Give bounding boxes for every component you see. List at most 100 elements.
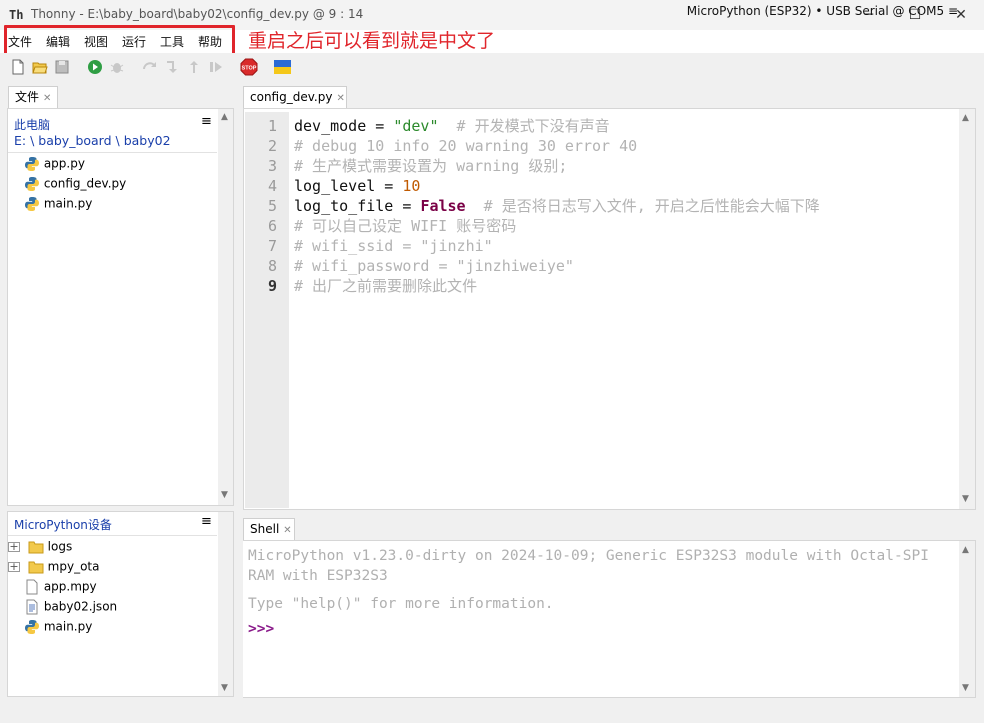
scroll-down-icon[interactable]: ▼ [221,683,228,693]
location-this-pc[interactable]: 此电脑 [14,116,50,133]
code-text: dev_mode = [294,117,394,135]
code-editor[interactable]: dev_mode = "dev" # 开发模式下没有声音 # debug 10 … [289,112,959,508]
open-folder-icon[interactable] [32,59,48,75]
shell-output: MicroPython v1.23.0-dirty on 2024-10-09;… [248,548,929,564]
file-name: app.py [43,156,85,171]
line-number: 5 [267,197,277,215]
code-text: log_to_file = [294,197,421,215]
line-number: 2 [267,137,277,155]
step-over-icon[interactable] [142,59,158,75]
tab-files-label: 文件 [15,90,40,104]
folder-icon [28,541,44,554]
line-number: 6 [267,217,277,235]
json-file-icon [26,599,38,615]
tab-shell[interactable]: Shell ✕ [243,518,295,540]
list-item[interactable]: app.py [24,156,85,172]
list-item[interactable]: main.py [24,196,92,212]
folder-icon [28,561,44,574]
save-icon[interactable] [54,59,70,75]
comment: # 生产模式需要设置为 warning 级别; [294,157,568,175]
line-number: 7 [267,237,277,255]
line-number: 8 [267,257,277,275]
ukraine-flag-icon[interactable] [274,60,291,74]
file-icon [26,579,38,595]
number-literal: 10 [402,177,421,195]
scroll-up-icon[interactable]: ▲ [962,545,969,555]
string-literal: "dev" [393,117,439,135]
code-line: log_level = 10 [294,176,420,196]
code-text: log_level = [294,177,403,195]
resume-icon[interactable] [208,59,224,75]
annotation-text: 重启之后可以看到就是中文了 [248,30,496,52]
python-file-icon [25,177,39,191]
item-name: app.mpy [43,579,97,594]
line-number: 4 [267,177,277,195]
scroll-down-icon[interactable]: ▼ [962,494,969,504]
line-number-gutter: 1 2 3 4 5 6 7 8 9 [245,112,289,508]
shell-scrollbar[interactable] [959,541,975,697]
comment: # 可以自己设定 WIFI 账号密码 [294,217,517,235]
window-title: Thonny - E:\baby_board\baby02\config_dev… [31,7,364,21]
divider [8,152,217,153]
python-file-icon [25,197,39,211]
code-line: dev_mode = "dev" # 开发模式下没有声音 [294,116,610,136]
stop-icon[interactable]: STOP [240,58,258,76]
scroll-up-icon[interactable]: ▲ [221,112,228,122]
new-file-icon[interactable] [10,59,26,75]
run-icon[interactable] [87,59,103,75]
expand-icon[interactable]: + [8,561,20,572]
files-scrollbar[interactable] [218,109,233,505]
thonny-logo-icon: Th [9,8,24,22]
code-line: log_to_file = False # 是否将日志写入文件, 开启之后性能会… [294,196,820,216]
editor-scrollbar[interactable] [959,109,975,509]
code-line: # 可以自己设定 WIFI 账号密码 [294,216,516,236]
code-line: # wifi_password = "jinzhiweiye" [294,256,574,276]
expand-icon[interactable]: + [8,541,20,552]
close-icon[interactable]: ✕ [336,93,344,104]
item-name: mpy_ota [47,559,100,574]
python-file-icon [25,620,39,634]
shell-console[interactable]: MicroPython v1.23.0-dirty on 2024-10-09;… [243,541,959,697]
comment: # 开发模式下没有声音 [438,117,610,135]
panel-menu-icon[interactable]: ≡ [201,514,212,529]
tab-files[interactable]: 文件 ✕ [8,86,58,108]
item-name: logs [47,539,73,554]
comment: # wifi_password = "jinzhiweiye" [294,257,574,275]
divider [8,535,217,536]
list-item[interactable]: app.mpy [24,579,97,595]
panel-menu-icon[interactable]: ≡ [201,114,212,129]
breadcrumb[interactable]: E: \ baby_board \ baby02 [14,133,171,148]
comment: # 是否将日志写入文件, 开启之后性能会大幅下降 [465,197,820,215]
line-number: 3 [267,157,277,175]
file-name: main.py [43,196,93,211]
comment: # debug 10 info 20 warning 30 error 40 [294,137,638,155]
scroll-down-icon[interactable]: ▼ [962,683,969,693]
debug-icon[interactable] [109,59,125,75]
comment: # 出厂之前需要删除此文件 [294,277,478,295]
keyword: False [420,197,466,215]
list-item[interactable]: baby02.json [24,599,117,615]
file-name: config_dev.py [43,176,127,191]
device-scrollbar[interactable] [218,512,233,696]
list-item[interactable]: + mpy_ota [8,559,99,575]
close-icon[interactable]: ✕ [283,525,291,536]
tab-config-dev[interactable]: config_dev.py ✕ [243,86,347,108]
scroll-down-icon[interactable]: ▼ [221,490,228,500]
status-bar [0,698,984,723]
interpreter-status[interactable]: MicroPython (ESP32) • USB Serial @ COM5 … [687,4,958,18]
item-name: main.py [43,619,93,634]
comment: # wifi_ssid = "jinzhi" [294,237,493,255]
list-item[interactable]: + logs [8,539,72,555]
list-item[interactable]: config_dev.py [24,176,126,192]
code-line: # debug 10 info 20 warning 30 error 40 [294,136,637,156]
code-line: # 出厂之前需要删除此文件 [294,276,477,296]
step-out-icon[interactable] [186,59,202,75]
python-file-icon [25,157,39,171]
code-line: # wifi_ssid = "jinzhi" [294,236,493,256]
scroll-up-icon[interactable]: ▲ [962,113,969,123]
tab-shell-label: Shell [250,522,280,536]
device-title: MicroPython设备 [14,518,112,532]
close-icon[interactable]: ✕ [43,93,51,104]
step-into-icon[interactable] [164,59,180,75]
list-item[interactable]: main.py [24,619,92,635]
